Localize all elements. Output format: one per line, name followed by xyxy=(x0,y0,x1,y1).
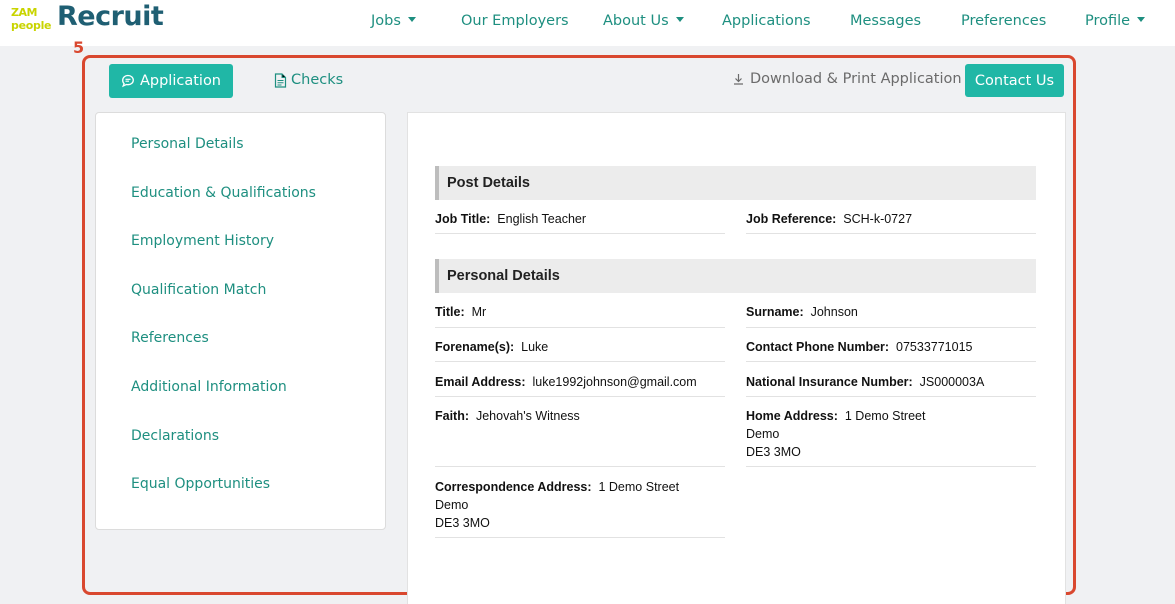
nav-employers[interactable]: Our Employers xyxy=(461,13,569,29)
nav-about[interactable]: About Us xyxy=(603,13,684,29)
title-field: Title: Mr xyxy=(435,303,486,321)
job-reference-label: Job Reference: xyxy=(746,212,837,226)
nav-messages[interactable]: Messages xyxy=(850,13,921,29)
divider xyxy=(435,537,725,538)
sidebar-item-qualification-match[interactable]: Qualification Match xyxy=(131,282,266,298)
forename-label: Forename(s): xyxy=(435,340,515,354)
forename-value: Luke xyxy=(521,340,549,354)
contact-phone-field: Contact Phone Number: 07533771015 xyxy=(746,338,973,356)
surname-value: Johnson xyxy=(810,305,858,319)
post-details-heading: Post Details xyxy=(435,166,1036,200)
divider xyxy=(746,361,1036,362)
surname-field: Surname: Johnson xyxy=(746,303,858,321)
email-field: Email Address: luke1992johnson@gmail.com xyxy=(435,373,697,391)
job-reference-value: SCH-k-0727 xyxy=(843,212,913,226)
home-address-line1: 1 Demo Street xyxy=(844,409,926,423)
email-label: Email Address: xyxy=(435,375,526,389)
download-print-label: Download & Print Application xyxy=(750,71,962,87)
step-number-badge: 5 xyxy=(73,38,85,57)
surname-label: Surname: xyxy=(746,305,804,319)
divider xyxy=(435,327,725,328)
divider xyxy=(746,466,1036,467)
document-icon xyxy=(274,72,287,88)
nav-preferences[interactable]: Preferences xyxy=(961,13,1046,29)
home-address-label: Home Address: xyxy=(746,409,838,423)
nav-applications[interactable]: Applications xyxy=(722,13,811,29)
chevron-down-icon xyxy=(675,17,684,22)
divider xyxy=(435,396,725,397)
nav-jobs-label: Jobs xyxy=(371,13,401,29)
contact-phone-label: Contact Phone Number: xyxy=(746,340,890,354)
chat-icon xyxy=(122,74,134,88)
divider xyxy=(435,361,725,362)
faith-field: Faith: Jehovah's Witness xyxy=(435,407,580,425)
application-tab-button[interactable]: Application xyxy=(109,64,233,98)
download-print-link[interactable]: Download & Print Application xyxy=(733,71,962,87)
title-value: Mr xyxy=(471,305,487,319)
sidebar-item-employment-history[interactable]: Employment History xyxy=(131,233,274,249)
sidebar-item-personal-details[interactable]: Personal Details xyxy=(131,136,244,152)
sidebar-item-additional-information[interactable]: Additional Information xyxy=(131,379,287,395)
application-sections-sidebar: Personal Details Education & Qualificati… xyxy=(95,112,386,530)
job-title-label: Job Title: xyxy=(435,212,491,226)
application-tab-label: Application xyxy=(139,73,222,89)
checks-tab[interactable]: Checks xyxy=(274,72,343,88)
correspondence-address-line2: Demo xyxy=(435,498,469,512)
nav-menu: Jobs Our Employers About Us Applications… xyxy=(0,13,1175,33)
home-address-field: Home Address: 1 Demo Street Demo DE3 3MO xyxy=(746,407,925,461)
nav-about-label: About Us xyxy=(603,13,669,29)
home-address-line2: Demo xyxy=(746,427,780,441)
contact-phone-value: 07533771015 xyxy=(896,340,973,354)
chevron-down-icon xyxy=(1137,17,1146,22)
home-address-line3: DE3 3MO xyxy=(746,445,801,459)
correspondence-address-line3: DE3 3MO xyxy=(435,516,490,530)
correspondence-address-line1: 1 Demo Street xyxy=(598,480,680,494)
personal-details-heading: Personal Details xyxy=(435,259,1036,293)
correspondence-address-label: Correspondence Address: xyxy=(435,480,592,494)
sidebar-item-declarations[interactable]: Declarations xyxy=(131,428,219,444)
divider xyxy=(746,327,1036,328)
title-label: Title: xyxy=(435,305,465,319)
correspondence-address-field: Correspondence Address: 1 Demo Street De… xyxy=(435,478,679,532)
divider xyxy=(435,466,725,467)
email-value: luke1992johnson@gmail.com xyxy=(532,375,697,389)
national-insurance-field: National Insurance Number: JS000003A xyxy=(746,373,984,391)
job-title-field: Job Title: English Teacher xyxy=(435,210,586,228)
divider xyxy=(746,233,1036,234)
nav-jobs[interactable]: Jobs xyxy=(371,13,416,29)
download-icon xyxy=(734,74,743,85)
divider xyxy=(746,396,1036,397)
nav-profile[interactable]: Profile xyxy=(1085,13,1146,29)
sidebar-item-references[interactable]: References xyxy=(131,330,209,346)
job-reference-field: Job Reference: SCH-k-0727 xyxy=(746,210,912,228)
job-title-value: English Teacher xyxy=(497,212,587,226)
sidebar-item-equal-opportunities[interactable]: Equal Opportunities xyxy=(131,476,270,492)
chevron-down-icon xyxy=(407,17,416,22)
divider xyxy=(435,233,725,234)
faith-value: Jehovah's Witness xyxy=(475,409,580,423)
contact-us-button[interactable]: Contact Us xyxy=(965,64,1064,97)
checks-tab-label: Checks xyxy=(291,72,344,88)
sidebar-item-education[interactable]: Education & Qualifications xyxy=(131,185,316,201)
nav-profile-label: Profile xyxy=(1085,13,1131,29)
faith-label: Faith: xyxy=(435,409,470,423)
national-insurance-label: National Insurance Number: xyxy=(746,375,913,389)
national-insurance-value: JS000003A xyxy=(919,375,985,389)
forename-field: Forename(s): Luke xyxy=(435,338,548,356)
top-navbar: ZAM people Recruit Jobs Our Employers Ab… xyxy=(0,0,1175,46)
